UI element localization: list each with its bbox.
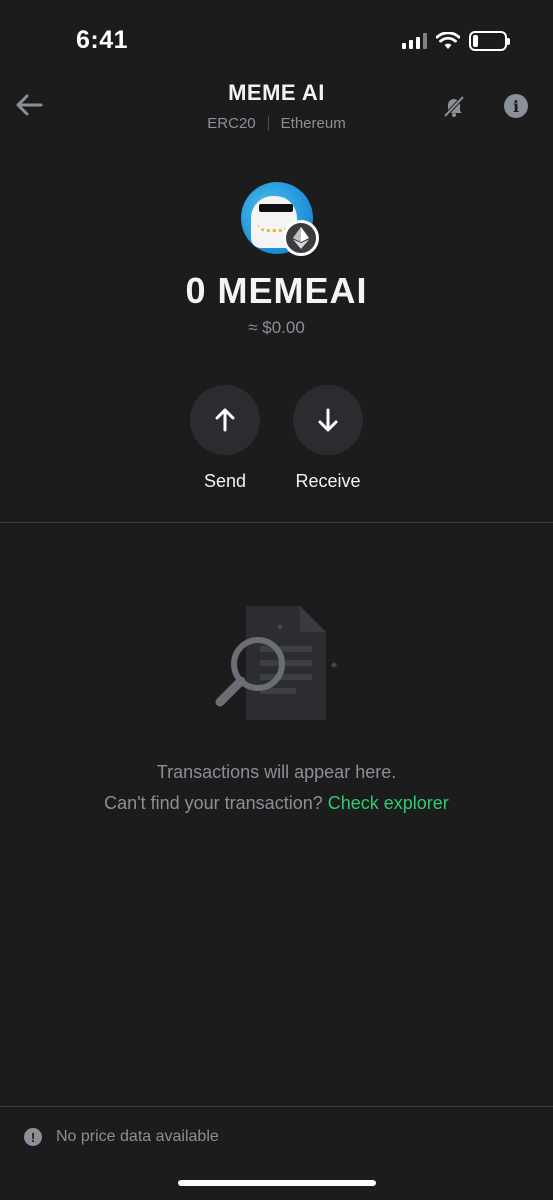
arrow-up-icon	[215, 408, 235, 432]
token-network: Ethereum	[280, 115, 346, 132]
price-notice: ! No price data available	[24, 1128, 219, 1146]
signal-icon	[402, 33, 427, 49]
empty-state-message: Transactions will appear here.	[156, 762, 397, 782]
fiat-value: ≈ $0.00	[248, 318, 305, 337]
ethereum-icon	[293, 227, 309, 249]
wifi-icon	[436, 32, 460, 49]
ethereum-network-badge	[283, 220, 319, 256]
page-title: MEME AI	[228, 80, 325, 105]
token-balance: 0 MEMEAI	[185, 270, 368, 311]
subtitle-divider	[267, 116, 269, 131]
price-notice-text: No price data available	[56, 1128, 219, 1145]
section-divider	[0, 522, 553, 523]
bell-off-icon	[443, 95, 465, 118]
receive-label: Receive	[295, 471, 361, 491]
notifications-toggle-button[interactable]	[442, 94, 466, 118]
document-search-icon	[215, 606, 337, 720]
status-time: 6:41	[76, 26, 129, 54]
home-indicator[interactable]	[178, 1180, 376, 1186]
warning-icon: !	[24, 1128, 42, 1146]
empty-state-help: Can't find your transaction? Check explo…	[0, 793, 553, 814]
send-circle[interactable]	[190, 385, 260, 455]
receive-circle[interactable]	[293, 385, 363, 455]
token-detail-screen: 6:41 MEME AI ERC20 Ethereum i 0 MEMEAI ≈…	[0, 0, 553, 1200]
token-subtitle: ERC20 Ethereum	[0, 115, 553, 132]
battery-icon	[469, 31, 510, 51]
send-label: Send	[203, 471, 247, 491]
info-icon: i	[512, 96, 520, 116]
status-icons	[402, 30, 510, 52]
check-explorer-link[interactable]: Check explorer	[328, 793, 449, 813]
sunglasses-image	[259, 204, 293, 212]
send-button[interactable]: Send	[170, 385, 280, 492]
footer-divider	[0, 1106, 553, 1107]
empty-state-help-text: Can't find your transaction?	[104, 793, 323, 813]
title-block: MEME AI ERC20 Ethereum	[0, 80, 553, 132]
arrow-down-icon	[318, 408, 338, 432]
receive-button[interactable]: Receive	[273, 385, 383, 492]
token-standard: ERC20	[207, 115, 256, 132]
info-button[interactable]: i	[504, 94, 528, 118]
